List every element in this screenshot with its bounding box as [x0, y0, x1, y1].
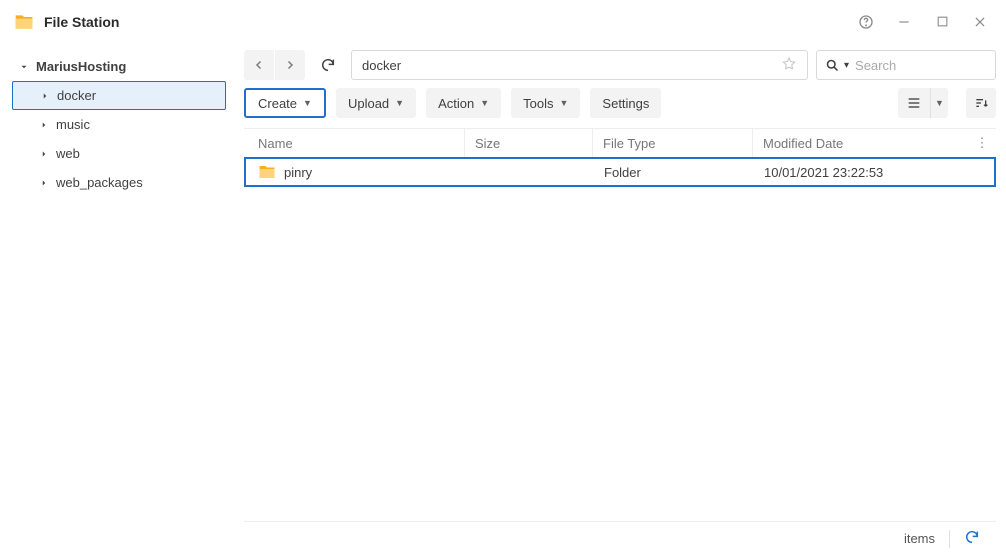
column-header-type[interactable]: File Type	[592, 129, 752, 157]
upload-button[interactable]: Upload▼	[336, 88, 416, 118]
search-input[interactable]: ▾ Search	[816, 50, 996, 80]
create-button[interactable]: Create▼	[244, 88, 326, 118]
nav-back-button[interactable]	[244, 50, 274, 80]
tree-item-docker[interactable]: docker	[12, 81, 226, 110]
cell-name: pinry	[284, 165, 312, 180]
path-text: docker	[362, 58, 781, 73]
cell-date: 10/01/2021 23:22:53	[754, 159, 966, 185]
view-mode-dropdown[interactable]: ▼	[930, 88, 948, 118]
tree-item-label: docker	[57, 88, 96, 103]
column-header-date[interactable]: Modified Date	[752, 129, 968, 157]
settings-button[interactable]: Settings	[590, 88, 661, 118]
path-input[interactable]: docker	[351, 50, 808, 80]
tree-item-music[interactable]: music	[12, 110, 226, 139]
sidebar: MariusHosting docker music web web_packa…	[0, 44, 238, 555]
tree-item-label: web_packages	[56, 175, 143, 190]
table-row[interactable]: pinry Folder 10/01/2021 23:22:53	[244, 157, 996, 187]
caret-down-icon	[18, 61, 30, 73]
tree-root[interactable]: MariusHosting	[12, 52, 226, 81]
main-panel: docker ▾ Search Create▼ Upload▼ Action▼	[238, 44, 1006, 555]
status-refresh-button[interactable]	[964, 529, 980, 548]
nav-forward-button[interactable]	[275, 50, 305, 80]
search-icon	[825, 58, 840, 73]
reload-button[interactable]	[313, 50, 343, 80]
table-header: Name Size File Type Modified Date ⋮	[244, 128, 996, 158]
tree-root-label: MariusHosting	[36, 59, 126, 74]
favorite-star-icon[interactable]	[781, 56, 797, 75]
tree-item-web[interactable]: web	[12, 139, 226, 168]
tools-button[interactable]: Tools▼	[511, 88, 580, 118]
list-view-button[interactable]	[898, 88, 930, 118]
tree-item-web-packages[interactable]: web_packages	[12, 168, 226, 197]
column-header-size[interactable]: Size	[464, 129, 592, 157]
view-mode-group: ▼	[898, 88, 948, 118]
status-bar: items	[244, 521, 996, 555]
app-folder-icon	[14, 12, 34, 32]
caret-right-icon	[38, 119, 50, 131]
search-placeholder: Search	[855, 58, 896, 73]
caret-right-icon	[39, 90, 51, 102]
sort-button[interactable]	[966, 88, 996, 118]
maximize-button[interactable]	[930, 10, 954, 34]
app-title: File Station	[44, 14, 119, 30]
cell-type: Folder	[594, 159, 754, 185]
help-button[interactable]	[854, 10, 878, 34]
tree-item-label: web	[56, 146, 80, 161]
minimize-button[interactable]	[892, 10, 916, 34]
caret-right-icon	[38, 148, 50, 160]
cell-size	[466, 159, 594, 185]
caret-right-icon	[38, 177, 50, 189]
chevron-down-icon: ▾	[844, 60, 849, 71]
column-menu-button[interactable]: ⋮	[968, 135, 996, 151]
column-header-name[interactable]: Name	[244, 136, 464, 151]
tree-item-label: music	[56, 117, 90, 132]
items-label: items	[904, 531, 935, 546]
close-button[interactable]	[968, 10, 992, 34]
folder-icon	[258, 163, 276, 181]
action-button[interactable]: Action▼	[426, 88, 501, 118]
titlebar: File Station	[0, 0, 1006, 44]
